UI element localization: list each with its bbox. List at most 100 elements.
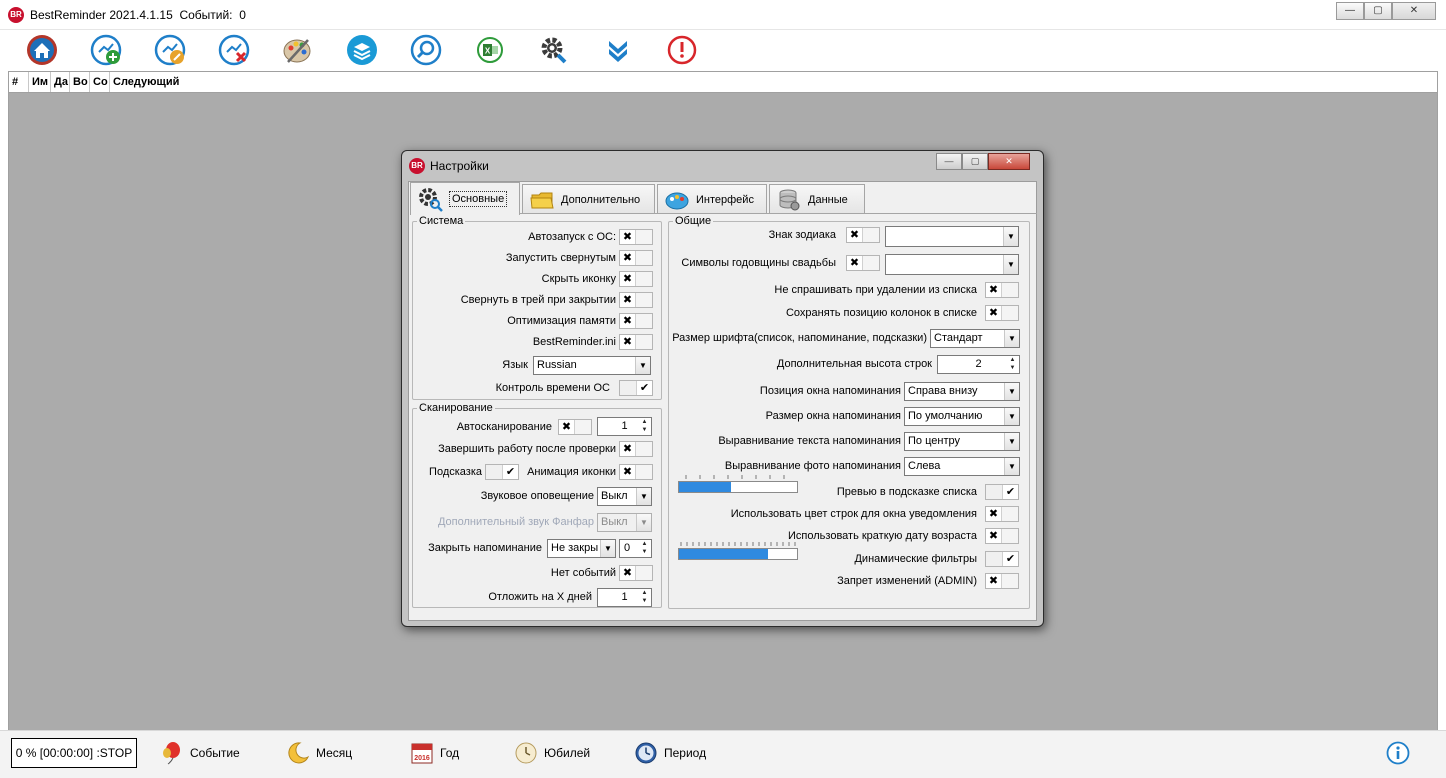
period-filter-button[interactable]: Период bbox=[634, 739, 706, 767]
preview-toggle[interactable]: ✔ bbox=[985, 484, 1019, 500]
add-event-button[interactable] bbox=[88, 33, 124, 67]
autoscan-toggle[interactable]: ✖ bbox=[558, 419, 592, 435]
year-filter-button[interactable]: 2016 Год bbox=[410, 739, 459, 767]
start-minimized-toggle[interactable]: ✖ bbox=[619, 250, 653, 266]
column-header[interactable]: Во bbox=[70, 72, 90, 92]
memory-opt-toggle[interactable]: ✖ bbox=[619, 313, 653, 329]
dyn-filters-toggle[interactable]: ✔ bbox=[985, 551, 1019, 567]
event-filter-button[interactable]: Событие bbox=[160, 739, 240, 767]
no-ask-delete-toggle[interactable]: ✖ bbox=[985, 282, 1019, 298]
row-colors-toggle[interactable]: ✖ bbox=[985, 506, 1019, 522]
database-icon bbox=[779, 189, 800, 210]
home-button[interactable] bbox=[24, 33, 60, 67]
close-reminder-select[interactable]: Не закры ▼ bbox=[547, 539, 616, 558]
font-size-select[interactable]: Стандарт ▼ bbox=[930, 329, 1020, 348]
progress-status[interactable]: 0 % [00:00:00] :STOP bbox=[11, 738, 137, 768]
column-header[interactable]: # bbox=[9, 72, 29, 92]
month-filter-button[interactable]: Месяц bbox=[286, 739, 352, 767]
text-align-select[interactable]: По центру ▼ bbox=[904, 432, 1020, 451]
chevron-down-icon: ▼ bbox=[1004, 433, 1019, 450]
spin-up-icon[interactable]: ▲ bbox=[638, 418, 651, 426]
spin-down-icon[interactable]: ▼ bbox=[638, 548, 651, 556]
column-header[interactable]: Им bbox=[29, 72, 51, 92]
search-button[interactable] bbox=[408, 33, 444, 67]
excel-button[interactable]: X bbox=[472, 33, 508, 67]
memory-opt-label: Оптимизация памяти bbox=[507, 315, 616, 327]
spin-down-icon[interactable]: ▼ bbox=[638, 426, 651, 434]
icon-anim-toggle[interactable]: ✖ bbox=[619, 464, 653, 480]
icon-anim-label: Анимация иконки bbox=[527, 466, 616, 478]
expand-button[interactable] bbox=[600, 33, 636, 67]
wedding-select[interactable]: ▼ bbox=[885, 254, 1019, 275]
column-header[interactable]: Следующий bbox=[110, 72, 1437, 92]
admin-lock-toggle[interactable]: ✖ bbox=[985, 573, 1019, 589]
info-button[interactable] bbox=[1386, 739, 1410, 767]
settings-button[interactable] bbox=[536, 33, 572, 67]
ini-toggle[interactable]: ✖ bbox=[619, 334, 653, 350]
preview-size-slider[interactable] bbox=[678, 475, 798, 493]
layers-button[interactable] bbox=[344, 33, 380, 67]
row-color-slider[interactable] bbox=[678, 542, 798, 560]
chevron-down-icon: ▼ bbox=[636, 514, 651, 531]
win-size-select[interactable]: По умолчанию ▼ bbox=[904, 407, 1020, 426]
zodiac-select[interactable]: ▼ bbox=[885, 226, 1019, 247]
close-button[interactable]: ✕ bbox=[1392, 2, 1436, 20]
no-events-toggle[interactable]: ✖ bbox=[619, 565, 653, 581]
events-count: 0 bbox=[239, 8, 246, 22]
close-reminder-spinner[interactable]: 0 ▲ ▼ bbox=[619, 539, 652, 558]
spin-down-icon[interactable]: ▼ bbox=[1006, 364, 1019, 372]
palette-button[interactable] bbox=[280, 33, 316, 67]
extra-sound-label: Дополнительный звук Фанфар bbox=[437, 516, 594, 528]
zodiac-toggle[interactable]: ✖ bbox=[846, 227, 880, 243]
dialog-close-button[interactable]: ✕ bbox=[988, 153, 1030, 170]
autoscan-spinner[interactable]: 1 ▲ ▼ bbox=[597, 417, 652, 436]
tab-basic[interactable]: Основные bbox=[410, 182, 520, 215]
power-icon bbox=[667, 35, 697, 65]
column-header[interactable]: Со bbox=[90, 72, 110, 92]
dialog-minimize-button[interactable]: — bbox=[936, 153, 962, 170]
autostart-toggle[interactable]: ✖ bbox=[619, 229, 653, 245]
delete-event-button[interactable] bbox=[216, 33, 252, 67]
hide-icon-label: Скрыть иконку bbox=[541, 273, 616, 285]
row-height-spinner[interactable]: 2 ▲ ▼ bbox=[937, 355, 1020, 374]
moon-icon bbox=[288, 742, 310, 764]
hint-toggle[interactable]: ✔ bbox=[485, 464, 519, 480]
home-icon bbox=[27, 35, 57, 65]
palette-icon bbox=[283, 39, 311, 63]
maximize-button[interactable]: ▢ bbox=[1364, 2, 1392, 20]
language-select[interactable]: Russian ▼ bbox=[533, 356, 651, 375]
minimize-button[interactable]: — bbox=[1336, 2, 1364, 20]
hide-icon-toggle[interactable]: ✖ bbox=[619, 271, 653, 287]
sound-select[interactable]: Выкл ▼ bbox=[597, 487, 652, 506]
spin-up-icon[interactable]: ▲ bbox=[638, 540, 651, 548]
svg-text:2016: 2016 bbox=[414, 755, 430, 762]
edit-event-button[interactable] bbox=[152, 33, 188, 67]
photo-align-select[interactable]: Слева ▼ bbox=[904, 457, 1020, 476]
win-pos-select[interactable]: Справа внизу ▼ bbox=[904, 382, 1020, 401]
tab-advanced[interactable]: Дополнительно bbox=[522, 184, 655, 214]
balloon-icon bbox=[163, 742, 180, 765]
finish-after-toggle[interactable]: ✖ bbox=[619, 441, 653, 457]
time-control-toggle[interactable]: ✔ bbox=[619, 380, 653, 396]
photo-align-label: Выравнивание фото напоминания bbox=[724, 460, 901, 472]
spin-up-icon[interactable]: ▲ bbox=[638, 589, 651, 597]
exit-button[interactable] bbox=[664, 33, 700, 67]
short-date-toggle[interactable]: ✖ bbox=[985, 528, 1019, 544]
spin-up-icon[interactable]: ▲ bbox=[1006, 356, 1019, 364]
short-date-label: Использовать краткую дату возраста bbox=[788, 530, 977, 542]
minimize-tray-toggle[interactable]: ✖ bbox=[619, 292, 653, 308]
slider-ticks bbox=[680, 542, 796, 546]
tab-interface[interactable]: Интерфейс bbox=[657, 184, 767, 214]
save-col-pos-toggle[interactable]: ✖ bbox=[985, 305, 1019, 321]
postpone-spinner[interactable]: 1 ▲ ▼ bbox=[597, 588, 652, 607]
chevron-down-icon: ▼ bbox=[1003, 227, 1018, 246]
jubilee-filter-button[interactable]: Юбилей bbox=[514, 739, 590, 767]
language-label: Язык bbox=[502, 359, 528, 371]
dialog-maximize-button[interactable]: ▢ bbox=[962, 153, 988, 170]
wedding-toggle[interactable]: ✖ bbox=[846, 255, 880, 271]
tab-data[interactable]: Данные bbox=[769, 184, 865, 214]
close-reminder-label: Закрыть напоминание bbox=[428, 542, 542, 554]
column-header[interactable]: Да bbox=[51, 72, 70, 92]
month-filter-label: Месяц bbox=[316, 746, 353, 760]
spin-down-icon[interactable]: ▼ bbox=[638, 597, 651, 605]
